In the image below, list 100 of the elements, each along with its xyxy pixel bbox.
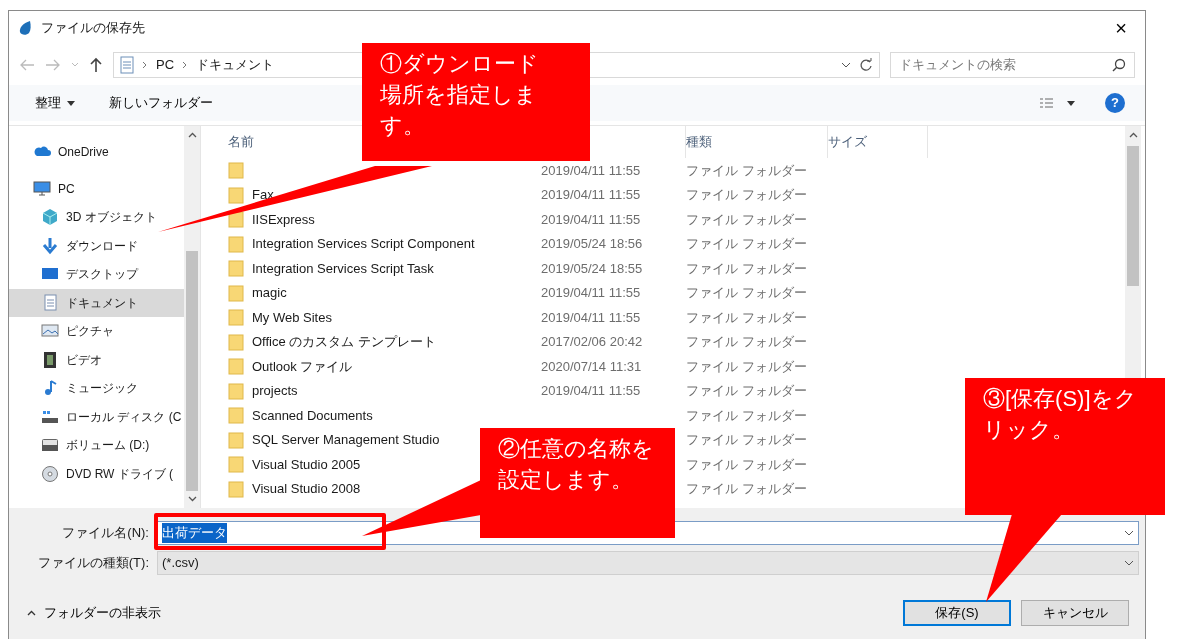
file-type: ファイル フォルダー xyxy=(686,383,807,398)
file-type-dropdown[interactable]: (*.csv) xyxy=(157,551,1139,575)
field-label: ファイル名(N): xyxy=(61,524,150,543)
scrollbar-thumb[interactable] xyxy=(1127,146,1139,286)
chevron-right-icon xyxy=(182,61,189,69)
folder-icon xyxy=(228,210,244,229)
file-name[interactable]: projects xyxy=(252,381,298,401)
file-type: ファイル フォルダー xyxy=(686,432,807,447)
sidebar-item[interactable]: PC xyxy=(9,174,184,203)
file-type: ファイル フォルダー xyxy=(686,162,807,178)
file-type: ファイル フォルダー xyxy=(686,285,807,300)
help-button[interactable]: ? xyxy=(1105,93,1125,113)
refresh-icon[interactable] xyxy=(859,58,873,72)
folder-icon xyxy=(228,332,244,351)
breadcrumb-item[interactable]: PC xyxy=(156,55,175,75)
file-type: ファイル フォルダー xyxy=(686,334,807,349)
file-name[interactable]: Outlook ファイル xyxy=(252,356,353,376)
modified-date: 2017/02/06 20:42 xyxy=(541,334,643,349)
sidebar-item[interactable]: DVD RW ドライブ ( xyxy=(9,459,184,488)
modified-date: 2019/05/24 18:56 xyxy=(541,236,643,251)
hide-folders-button[interactable]: フォルダーの非表示 xyxy=(19,602,167,624)
field-label: ファイルの種類(T): xyxy=(36,554,150,573)
search-icon xyxy=(1112,58,1126,72)
search-placeholder: ドキュメントの検索 xyxy=(899,56,1016,75)
up-arrow-icon[interactable] xyxy=(89,57,103,73)
sidebar-item[interactable]: ピクチャ xyxy=(9,317,184,346)
file-type: ファイル フォルダー xyxy=(686,260,807,276)
folder-icon xyxy=(228,357,244,376)
modified-date: 2019/05/24 18:55 xyxy=(541,260,643,276)
folder-icon xyxy=(228,259,244,278)
modified-date: 2020/07/14 11:31 xyxy=(541,358,642,374)
caret-icon xyxy=(67,100,75,106)
selected-text: 出荷データ xyxy=(162,523,227,543)
folder-icon xyxy=(228,283,244,302)
dialog-button[interactable]: 保存(S) xyxy=(903,600,1011,626)
chevron-down-icon xyxy=(187,496,197,502)
modified-date: 2019/04/11 11:55 xyxy=(541,211,641,227)
file-name[interactable]: IISExpress xyxy=(252,209,315,229)
chevron-right-icon xyxy=(142,61,148,69)
file-name[interactable]: Integration Services Script Component xyxy=(252,234,475,254)
folder-icon xyxy=(228,381,244,400)
file-name[interactable]: magic xyxy=(252,283,287,303)
folder-icon xyxy=(228,430,244,449)
folder-icon xyxy=(228,455,244,474)
file-name[interactable]: Scanned Documents xyxy=(252,405,373,425)
file-type: ファイル フォルダー xyxy=(686,187,807,202)
search-field[interactable]: ドキュメントの検索 xyxy=(890,52,1135,78)
sidebar-item[interactable]: ドキュメント xyxy=(9,288,184,317)
file-type: ファイル フォルダー xyxy=(686,407,807,423)
file-type: ファイル フォルダー xyxy=(686,236,807,251)
modified-date: 2019/04/11 11:55 xyxy=(541,309,641,325)
folder-icon xyxy=(228,406,244,425)
sidebar-item[interactable]: デスクトップ xyxy=(9,260,184,289)
file-type: ファイル フォルダー xyxy=(686,309,807,325)
folder-icon xyxy=(228,185,244,204)
chevron-up-icon xyxy=(187,132,197,138)
folder-icon xyxy=(228,308,244,327)
sidebar-item[interactable]: ダウンロード xyxy=(9,231,184,260)
file-type: ファイル フォルダー xyxy=(686,358,807,374)
app-drop-icon xyxy=(17,20,33,36)
column-header[interactable]: サイズ xyxy=(828,132,867,152)
chevron-up-icon xyxy=(27,610,36,616)
dialog-button[interactable]: キャンセル xyxy=(1021,600,1129,626)
callout-box: ①ダウンロード場所を指定します。 xyxy=(362,43,590,161)
file-type: ファイル フォルダー xyxy=(686,456,807,472)
disc-icon xyxy=(41,464,59,483)
organize-button[interactable]: 整理 xyxy=(31,91,79,115)
breadcrumb-item[interactable]: ドキュメント xyxy=(196,55,275,75)
folder-icon xyxy=(228,234,244,253)
sidebar-item[interactable]: ローカル ディスク (C xyxy=(9,402,184,431)
document-icon xyxy=(41,293,59,312)
file-name[interactable]: Visual Studio 2005 xyxy=(252,454,361,474)
file-name[interactable]: Integration Services Script Task xyxy=(252,258,434,278)
new-folder-button[interactable]: 新しいフォルダー xyxy=(105,91,217,115)
file-name[interactable]: Visual Studio 2008 xyxy=(252,479,361,499)
modified-date: 2019/04/11 11:55 xyxy=(541,162,641,178)
file-name[interactable]: SQL Server Management Studio xyxy=(252,430,440,450)
folder-icon xyxy=(228,161,244,180)
chevron-up-icon xyxy=(1128,132,1138,138)
modified-date: 2019/04/11 11:55 xyxy=(541,383,641,398)
sidebar-item[interactable]: ビデオ xyxy=(9,345,184,374)
sidebar-item[interactable]: ミュージック xyxy=(9,374,184,403)
chevron-down-icon xyxy=(1124,559,1134,567)
sidebar-item[interactable]: OneDrive xyxy=(9,138,184,167)
column-header[interactable]: 名前 xyxy=(228,132,254,152)
scrollbar-thumb[interactable] xyxy=(186,251,198,491)
column-header[interactable]: 種類 xyxy=(686,132,712,152)
sidebar-item[interactable]: 3D オブジェクト xyxy=(9,203,184,232)
window-title: ファイルの保存先 xyxy=(41,19,145,38)
sidebar-item[interactable]: ボリューム (D:) xyxy=(9,431,184,460)
close-button[interactable]: × xyxy=(1105,16,1137,40)
file-name[interactable]: My Web Sites xyxy=(252,307,332,327)
chevron-down-icon[interactable] xyxy=(1124,529,1134,537)
modified-date: 2019/04/11 11:55 xyxy=(541,285,641,300)
monitor-icon xyxy=(33,179,51,198)
film-icon xyxy=(41,350,59,369)
chevron-down-icon[interactable] xyxy=(841,61,851,69)
cube-icon xyxy=(41,208,59,227)
document-icon xyxy=(120,56,134,74)
file-name[interactable]: Office のカスタム テンプレート xyxy=(252,332,436,352)
